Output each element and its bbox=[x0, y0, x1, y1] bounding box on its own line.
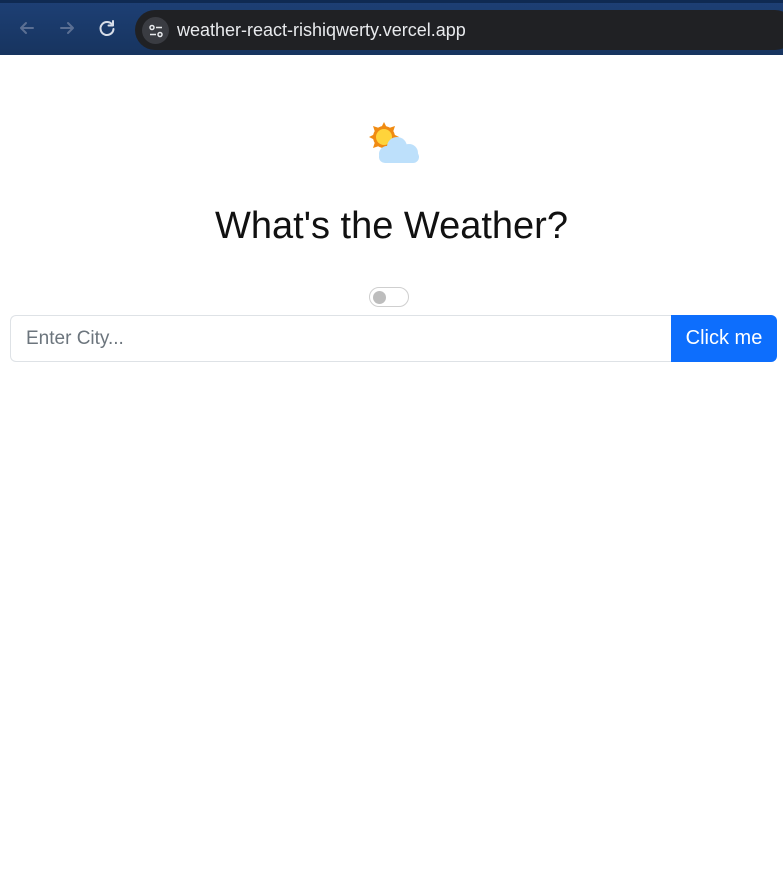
sun-behind-cloud-icon bbox=[369, 122, 419, 163]
reload-button[interactable] bbox=[94, 15, 120, 41]
arrow-left-icon bbox=[20, 22, 34, 34]
tune-icon bbox=[148, 24, 163, 37]
toggle-knob bbox=[373, 291, 386, 304]
url-text[interactable]: weather-react-rishiqwerty.vercel.app bbox=[177, 20, 466, 41]
city-search-input[interactable] bbox=[10, 315, 671, 362]
site-info-button[interactable] bbox=[142, 17, 169, 44]
search-submit-button[interactable]: Click me bbox=[671, 315, 777, 362]
address-bar[interactable]: weather-react-rishiqwerty.vercel.app bbox=[135, 10, 783, 50]
browser-toolbar: weather-react-rishiqwerty.vercel.app bbox=[0, 0, 783, 55]
reload-icon bbox=[99, 20, 115, 36]
forward-button[interactable] bbox=[54, 15, 80, 41]
back-button[interactable] bbox=[14, 15, 40, 41]
page-content: What's the Weather? Click me bbox=[0, 55, 783, 895]
search-form: Click me bbox=[10, 315, 777, 362]
page-title: What's the Weather? bbox=[215, 205, 568, 247]
theme-toggle[interactable] bbox=[369, 287, 409, 307]
arrow-right-icon bbox=[60, 22, 74, 34]
